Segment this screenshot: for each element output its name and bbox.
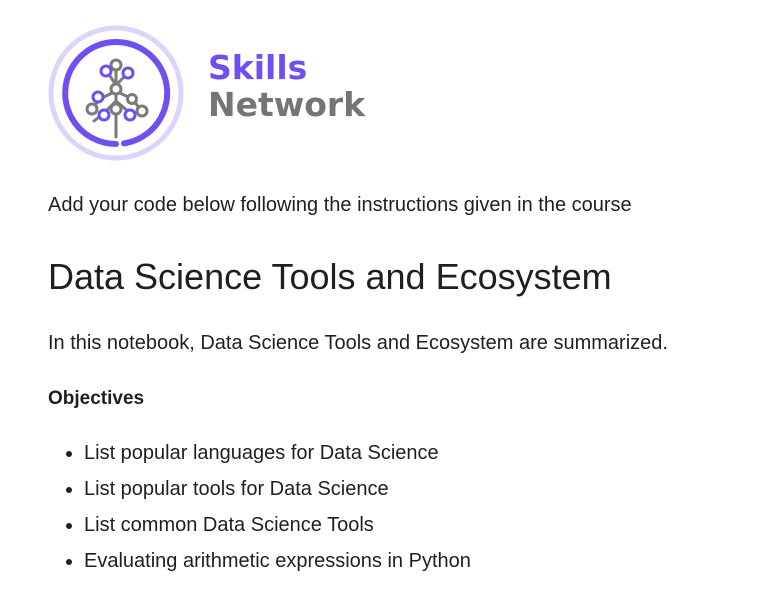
list-item: List popular tools for Data Science: [84, 476, 471, 512]
objectives-list: List popular languages for Data Science …: [48, 440, 471, 584]
list-item: List common Data Science Tools: [84, 512, 471, 548]
objectives-heading: Objectives: [48, 388, 145, 409]
list-item: Evaluating arithmetic expressions in Pyt…: [84, 548, 471, 584]
skills-network-logo: Skills Network: [48, 25, 388, 165]
logo-wordmark: Skills Network: [208, 51, 365, 121]
instruction-text: Add your code below following the instru…: [48, 194, 632, 216]
page-title: Data Science Tools and Ecosystem: [48, 256, 612, 297]
logo-skills-text: Skills: [208, 48, 308, 87]
summary-text: In this notebook, Data Science Tools and…: [48, 332, 668, 354]
list-item: List popular languages for Data Science: [84, 440, 471, 476]
logo-network-text: Network: [208, 85, 366, 124]
tree-network-icon: [48, 25, 184, 161]
